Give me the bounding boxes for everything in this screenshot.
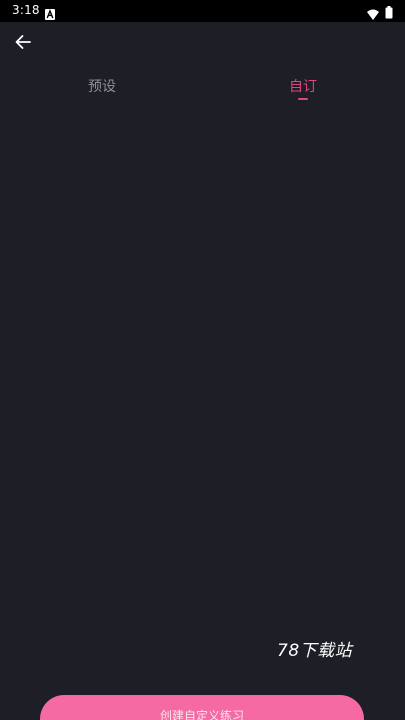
back-button[interactable] bbox=[11, 30, 35, 54]
screen: 3:18 预设 自订 78下载站 创建自定义练习 bbox=[0, 0, 405, 720]
watermark: 78下载站 bbox=[277, 641, 353, 661]
create-custom-exercise-button[interactable]: 创建自定义练习 bbox=[40, 695, 364, 720]
status-time: 3:18 bbox=[12, 3, 40, 17]
custom-exercise-list bbox=[0, 110, 405, 670]
a-box-icon bbox=[45, 5, 55, 20]
status-bar: 3:18 bbox=[0, 0, 405, 22]
wifi-icon bbox=[367, 5, 379, 20]
arrow-left-icon bbox=[15, 35, 31, 49]
tab-preset[interactable]: 预设 bbox=[42, 76, 162, 104]
battery-icon bbox=[385, 4, 393, 19]
active-tab-indicator bbox=[298, 98, 308, 100]
